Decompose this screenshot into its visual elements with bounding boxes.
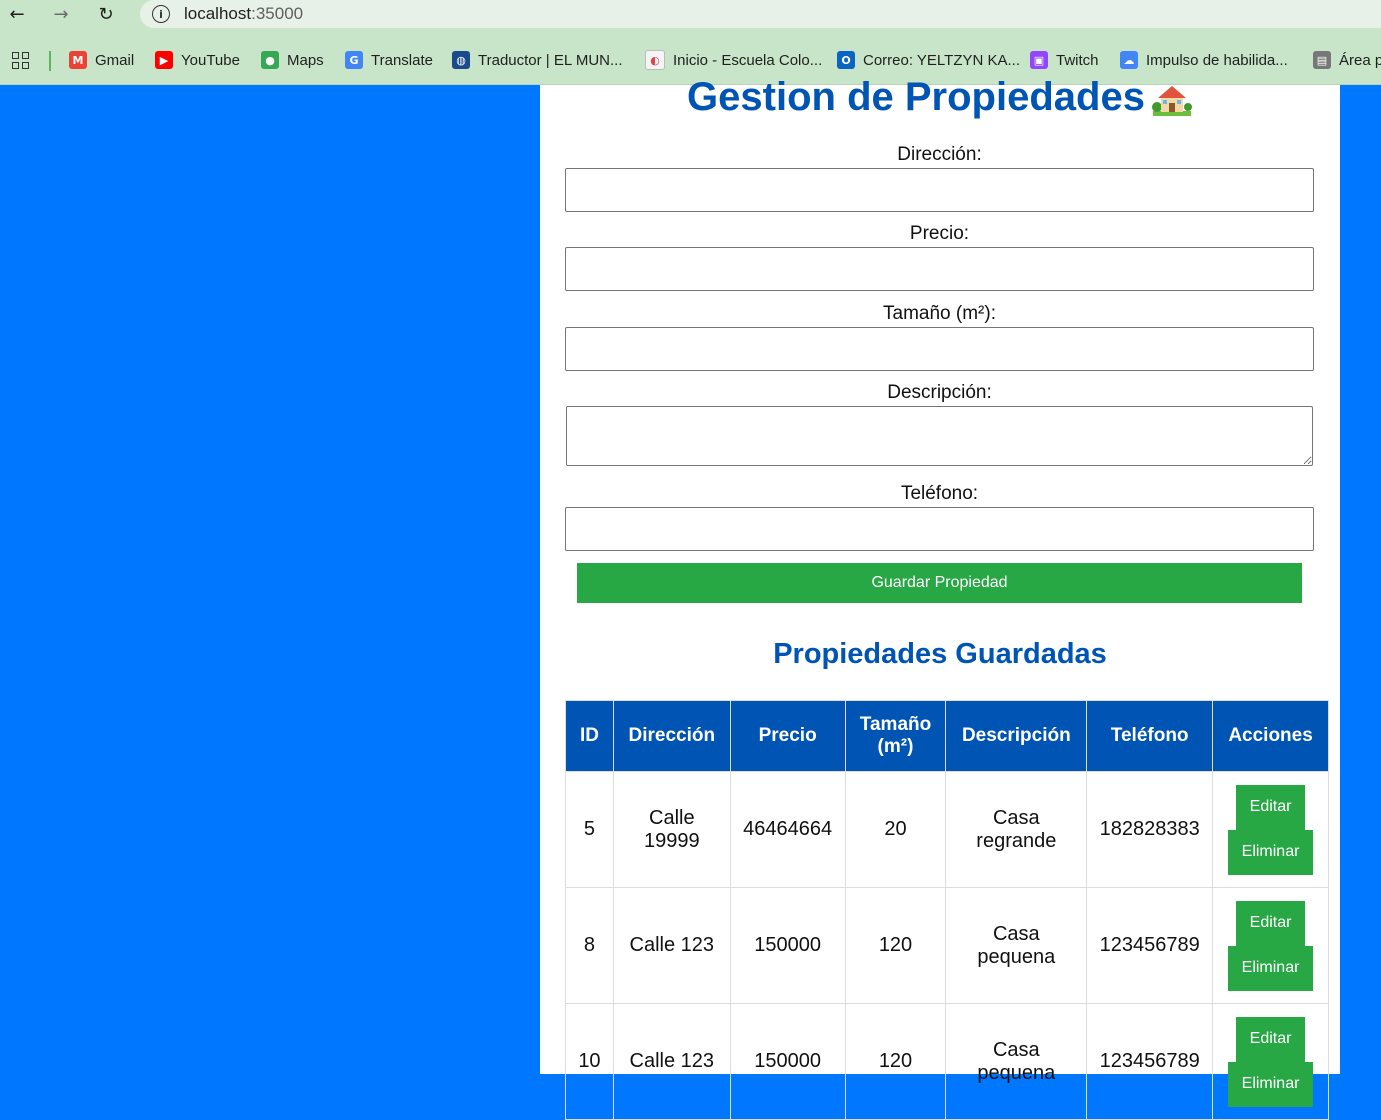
cell-direccion: Calle 19999 [612, 771, 731, 888]
precio-label: Precio: [909, 223, 970, 244]
cell-tamano: 20 [844, 771, 947, 888]
delete-button[interactable]: Eliminar [1228, 945, 1314, 991]
header-telefono: Teléfono [1086, 700, 1214, 772]
cell-acciones: Editar Eliminar [1212, 1003, 1329, 1120]
reload-icon[interactable]: ↻ [95, 3, 117, 25]
properties-table: ID Dirección Precio Tamaño (m²) Descripc… [565, 700, 1329, 1120]
telefono-label: Teléfono: [900, 483, 979, 504]
globe-icon: ◍ [452, 51, 470, 69]
bookmark-label: YouTube [181, 51, 240, 69]
edit-button[interactable]: Editar [1236, 900, 1306, 946]
cell-descripcion: Casa regrande [945, 771, 1088, 888]
browser-toolbar: ← → ↻ i localhost:35000 [0, 0, 1381, 37]
edit-button[interactable]: Editar [1236, 1016, 1306, 1062]
bookmark-label: Área p [1339, 51, 1381, 69]
apps-grid-icon[interactable] [12, 52, 30, 70]
cell-direccion: Calle 123 [612, 887, 731, 1004]
precio-input[interactable] [565, 247, 1314, 291]
bookmark-item[interactable]: M Gmail [69, 49, 134, 71]
cell-acciones: Editar Eliminar [1212, 771, 1329, 888]
site-info-icon[interactable]: i [152, 5, 170, 23]
gmail-icon: M [69, 51, 87, 69]
forward-arrow-icon[interactable]: → [50, 3, 72, 25]
cell-direccion: Calle 123 [612, 1003, 731, 1120]
bookmark-item[interactable]: ▶ YouTube [155, 49, 240, 71]
header-tamano: Tamaño (m²) [844, 700, 947, 772]
descripcion-label: Descripción: [887, 382, 992, 403]
bookmark-label: Maps [287, 51, 324, 69]
cell-id: 10 [565, 1003, 614, 1120]
header-direccion: Dirección [612, 700, 731, 772]
cell-id: 5 [565, 771, 614, 888]
table-row: 8 Calle 123 150000 120 Casa pequena 123456789… [565, 887, 1329, 1004]
cell-tamano: 120 [844, 887, 947, 1004]
save-property-button[interactable]: Guardar Propiedad [577, 563, 1302, 603]
direccion-label: Dirección: [897, 144, 982, 165]
bookmarks-divider [49, 51, 51, 71]
header-precio: Precio [729, 700, 846, 772]
back-arrow-icon[interactable]: ← [6, 3, 28, 25]
cell-precio: 46464664 [729, 771, 846, 888]
saved-properties-title: Propiedades Guardadas [773, 638, 1107, 670]
page-title: Gestion de Propiedades [540, 65, 1340, 129]
edit-button[interactable]: Editar [1236, 784, 1306, 830]
delete-button[interactable]: Eliminar [1228, 1061, 1314, 1107]
table-row: 10 Calle 123 150000 120 Casa pequena 12345678… [565, 1003, 1329, 1120]
cell-acciones: Editar Eliminar [1212, 887, 1329, 1004]
main-card: Gestion de Propiedades Dirección: Precio… [540, 75, 1340, 1120]
translate-icon: G [345, 51, 363, 69]
cell-precio: 150000 [729, 1003, 846, 1120]
table-header-row: ID Dirección Precio Tamaño (m²) Descripc… [565, 700, 1329, 772]
maps-icon: ● [261, 51, 279, 69]
cell-precio: 150000 [729, 887, 846, 1004]
cell-id: 8 [565, 887, 614, 1004]
tamano-label: Tamaño (m²): [883, 303, 996, 324]
table-row: 5 Calle 19999 46464664 20 Casa regrande 18282… [565, 771, 1329, 888]
bookmark-label: Translate [371, 51, 433, 69]
address-bar[interactable]: i localhost:35000 [140, 0, 1381, 28]
delete-button[interactable]: Eliminar [1228, 829, 1314, 875]
descripcion-textarea[interactable] [566, 406, 1313, 466]
cell-tamano: 120 [844, 1003, 947, 1120]
cell-telefono: 123456789 [1086, 887, 1214, 1004]
house-icon [1151, 86, 1192, 117]
tamano-input[interactable] [565, 327, 1314, 371]
youtube-icon: ▶ [155, 51, 173, 69]
header-descripcion: Descripción [945, 700, 1088, 772]
bookmark-label: Gmail [95, 51, 135, 69]
cell-descripcion: Casa pequena [945, 887, 1088, 1004]
header-id: ID [565, 700, 614, 772]
cell-telefono: 123456789 [1086, 1003, 1214, 1120]
address-url: localhost:35000 [184, 4, 304, 23]
header-acciones: Acciones [1212, 700, 1329, 772]
bookmark-item[interactable]: G Translate [345, 49, 433, 71]
telefono-input[interactable] [565, 507, 1314, 551]
cell-telefono: 182828383 [1086, 771, 1214, 888]
direccion-input[interactable] [565, 168, 1314, 212]
cell-descripcion: Casa pequena [945, 1003, 1088, 1120]
bookmark-item[interactable]: ● Maps [261, 49, 324, 71]
